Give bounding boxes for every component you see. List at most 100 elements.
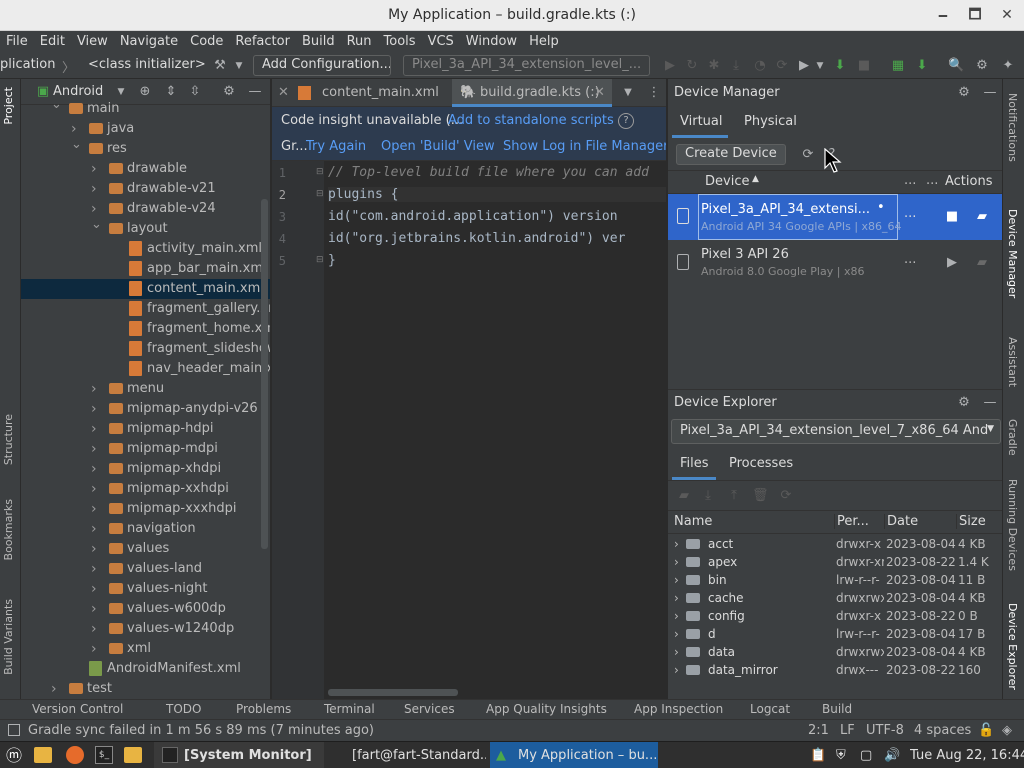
tree-item[interactable]: › mipmap-xhdpi xyxy=(21,459,270,479)
shield-icon[interactable]: ⛨ xyxy=(836,742,856,768)
file-row[interactable]: › bin lrw-r--r- 2023-08-04 11 B xyxy=(668,571,1003,589)
tab-content-main[interactable]: ✕ content_main.xml xyxy=(278,79,448,107)
collapsed-arrow-icon[interactable]: › xyxy=(91,579,101,599)
file-row[interactable]: › config drwxr-x 2023-08-22 0 B xyxy=(668,607,1003,625)
mint-menu-icon[interactable]: ⓜ xyxy=(6,742,28,768)
refresh-icon[interactable]: ⟳ xyxy=(800,147,816,163)
device-row-pixel-3[interactable]: Pixel 3 API 26 Android 8.0 Google Play |… xyxy=(668,240,1003,286)
tree-item[interactable]: fragment_slideshow. xyxy=(21,339,270,359)
refresh-icon[interactable]: ⟳ xyxy=(778,488,794,504)
fold-icon[interactable]: ⊟ xyxy=(316,167,324,177)
firefox-icon[interactable] xyxy=(66,746,84,764)
tree-item[interactable]: › mipmap-xxhdpi xyxy=(21,479,270,499)
tree-item[interactable]: › values xyxy=(21,539,270,559)
tree-item[interactable]: › drawable-v21 xyxy=(21,179,270,199)
clipboard-icon[interactable]: 📋 xyxy=(810,742,830,768)
tab-virtual[interactable]: Virtual xyxy=(680,114,722,129)
collapsed-arrow-icon[interactable]: › xyxy=(91,639,101,659)
file-row[interactable]: › apex drwxr-xr 2023-08-22 1.4 K xyxy=(668,553,1003,571)
status-message[interactable]: Gradle sync failed in 1 m 56 s 89 ms (7 … xyxy=(28,720,374,742)
open-folder-icon[interactable]: ▰ xyxy=(974,209,990,225)
code-line-4[interactable]: id("org.jetbrains.kotlin.android") ver xyxy=(328,231,625,246)
tree-item[interactable]: › xml xyxy=(21,639,270,659)
code-line-2[interactable]: plugins { xyxy=(328,187,666,202)
download-icon[interactable]: ⤓ xyxy=(700,488,716,504)
collapsed-arrow-icon[interactable]: › xyxy=(91,519,101,539)
tab-processes[interactable]: Processes xyxy=(729,456,793,471)
panel-settings-icon[interactable]: ⚙ xyxy=(221,84,237,100)
tab-todo[interactable]: TODO xyxy=(166,702,201,716)
chevron-down-icon[interactable]: ▼ xyxy=(987,424,994,434)
tab-device-manager[interactable]: Device Manager xyxy=(1006,209,1019,298)
locate-icon[interactable]: ⊕ xyxy=(137,84,153,100)
collapsed-arrow-icon[interactable]: › xyxy=(91,599,101,619)
hide-panel-icon[interactable]: — xyxy=(247,84,263,100)
delete-icon[interactable]: 🗑 xyxy=(752,488,769,504)
volume-icon[interactable]: 🔊 xyxy=(884,742,904,768)
collapsed-arrow-icon[interactable]: › xyxy=(674,589,684,607)
device-row-pixel-3a[interactable]: Pixel_3a_API_34_extensi... • Android API… xyxy=(668,194,1003,240)
launch-device-icon[interactable]: ▶ xyxy=(944,255,960,271)
fold-icon[interactable]: ⊟ xyxy=(316,189,324,199)
taskbar-android-studio[interactable]: ▲ My Application – bu... xyxy=(490,742,658,768)
device-more[interactable]: ... xyxy=(904,206,916,221)
tab-files[interactable]: Files xyxy=(680,456,709,471)
file-encoding[interactable]: UTF-8 xyxy=(866,720,904,742)
collapsed-arrow-icon[interactable]: › xyxy=(91,159,101,179)
explorer-device-selector[interactable]: Pixel_3a_API_34_extension_level_7_x86_64… xyxy=(671,419,1001,444)
taskbar-terminal[interactable]: [fart@fart-Standard... xyxy=(326,742,486,768)
tree-item[interactable]: AndroidManifest.xml xyxy=(21,659,270,679)
column-name[interactable]: Name xyxy=(674,514,712,529)
collapsed-arrow-icon[interactable]: › xyxy=(91,419,101,439)
memory-icon[interactable]: ◈ xyxy=(1002,720,1012,742)
collapse-all-icon[interactable]: ⇳ xyxy=(187,84,203,100)
expand-all-icon[interactable]: ⇕ xyxy=(163,84,179,100)
collapsed-arrow-icon[interactable]: › xyxy=(91,619,101,639)
menu-tools[interactable]: Tools xyxy=(378,34,422,49)
menu-help[interactable]: Help xyxy=(523,34,565,49)
add-configuration-button[interactable]: Add Configuration... xyxy=(253,55,391,76)
collapsed-arrow-icon[interactable]: › xyxy=(51,679,61,699)
menu-build[interactable]: Build xyxy=(296,34,341,49)
collapsed-arrow-icon[interactable]: › xyxy=(91,179,101,199)
tree-item[interactable]: › mipmap-mdpi xyxy=(21,439,270,459)
collapsed-arrow-icon[interactable]: › xyxy=(674,607,684,625)
upload-icon[interactable]: ⤒ xyxy=(726,488,742,504)
run-icon[interactable]: ▶ xyxy=(662,58,678,74)
editor-h-scrollbar[interactable] xyxy=(328,689,458,696)
fold-icon[interactable]: ⊟ xyxy=(316,255,324,265)
stop-device-icon[interactable]: ■ xyxy=(944,209,960,225)
tree-item[interactable]: › values-land xyxy=(21,559,270,579)
menu-refactor[interactable]: Refactor xyxy=(229,34,296,49)
panel-settings-icon[interactable]: ⚙ xyxy=(956,395,972,411)
tab-device-explorer[interactable]: Device Explorer xyxy=(1006,603,1019,690)
close-tab-icon[interactable]: ✕ xyxy=(594,79,605,107)
collapsed-arrow-icon[interactable]: › xyxy=(674,625,684,643)
column-permissions[interactable]: Per... xyxy=(834,514,869,529)
folder-icon[interactable] xyxy=(124,747,142,763)
collapsed-arrow-icon[interactable]: › xyxy=(91,539,101,559)
tab-project[interactable]: Project xyxy=(2,87,15,125)
panel-settings-icon[interactable]: ⚙ xyxy=(956,85,972,101)
file-row[interactable]: › cache drwxrwx 2023-08-04 4 KB xyxy=(668,589,1003,607)
collapsed-arrow-icon[interactable]: › xyxy=(91,499,101,519)
tab-problems[interactable]: Problems xyxy=(236,702,291,716)
more-run-chevron-icon[interactable]: ▼ xyxy=(812,58,828,74)
device-selector[interactable]: Pixel_3a_API_34_extension_level_... xyxy=(403,55,650,76)
code-line-1[interactable]: // Top-level build file where you can ad… xyxy=(328,165,649,180)
sdk-manager-icon[interactable]: ⬇ xyxy=(914,58,930,74)
files-icon[interactable] xyxy=(34,747,52,763)
tree-item[interactable]: › drawable-v24 xyxy=(21,199,270,219)
close-icon[interactable]: ✕ xyxy=(998,6,1016,24)
tree-item[interactable]: fragment_gallery.xm xyxy=(21,299,270,319)
tree-item[interactable]: ⌄ res xyxy=(21,137,270,159)
menu-window[interactable]: Window xyxy=(460,34,523,49)
tab-assistant[interactable]: Assistant xyxy=(1006,337,1019,387)
tree-item[interactable]: › values-w600dp xyxy=(21,599,270,619)
collapsed-arrow-icon[interactable]: › xyxy=(91,479,101,499)
tab-services[interactable]: Services xyxy=(404,702,455,716)
tree-item[interactable]: › drawable xyxy=(21,159,270,179)
tree-item[interactable]: activity_main.xml xyxy=(21,239,270,259)
tree-item[interactable]: nav_header_main.xm xyxy=(21,359,270,379)
tree-item[interactable]: › test xyxy=(21,679,270,699)
